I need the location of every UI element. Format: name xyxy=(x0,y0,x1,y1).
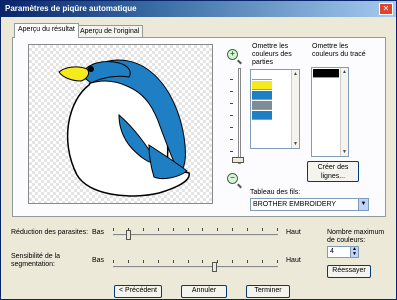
slider-tick xyxy=(277,260,278,263)
part-color-swatch[interactable] xyxy=(252,111,272,120)
slider-tick xyxy=(128,228,129,231)
slider-tick xyxy=(128,260,129,263)
scroll-up-icon[interactable]: ▲ xyxy=(342,69,347,75)
tab-result-preview[interactable]: Aperçu du résultat xyxy=(14,23,79,38)
tab-result-preview-label: Aperçu du résultat xyxy=(18,26,75,33)
finish-button[interactable]: Terminer xyxy=(246,285,290,298)
slider-tick xyxy=(232,228,233,231)
zoom-slider-thumb[interactable] xyxy=(232,157,244,163)
part-color-swatch[interactable] xyxy=(252,71,272,80)
max-colors-value: 4 xyxy=(330,248,334,255)
zoom-tick xyxy=(230,151,233,152)
noise-reduction-thumb[interactable] xyxy=(126,230,131,240)
scroll-down-icon[interactable]: ▼ xyxy=(293,141,298,147)
segmentation-thumb[interactable] xyxy=(212,262,217,272)
tab-original-preview-label: Aperçu de l'original xyxy=(80,28,140,35)
thread-table-select[interactable]: BROTHER EMBROIDERY ▼ xyxy=(250,198,369,211)
penguin-illustration xyxy=(58,59,190,197)
slider-tick xyxy=(158,260,159,263)
trace-color-swatch[interactable] xyxy=(313,69,339,78)
slider-tick xyxy=(262,260,263,263)
noise-reduction-slider[interactable] xyxy=(113,228,278,242)
slider-tick xyxy=(158,228,159,231)
omit-parts-colors-label: Omettre les couleurs des parties xyxy=(252,43,292,66)
slider-tick xyxy=(143,260,144,263)
slider-tick xyxy=(188,260,189,263)
slider-tick xyxy=(173,228,174,231)
max-colors-label: Nombre maximum de couleurs: xyxy=(327,229,385,244)
slider-tick xyxy=(262,228,263,231)
zoom-out-icon[interactable]: − xyxy=(227,173,238,184)
noise-reduction-low-label: Bas xyxy=(92,229,105,236)
slider-tick xyxy=(143,228,144,231)
slider-tick xyxy=(202,228,203,231)
scroll-up-icon[interactable]: ▲ xyxy=(293,71,298,77)
create-lines-button[interactable]: Créer des lignes... xyxy=(307,161,359,182)
trace-colors-list[interactable]: ▲ ▼ xyxy=(311,67,349,157)
part-color-swatch[interactable] xyxy=(252,101,272,110)
part-colors-list[interactable]: ▲ ▼ xyxy=(250,69,300,149)
part-colors-scrollbar[interactable]: ▲ ▼ xyxy=(291,70,299,148)
noise-reduction-track xyxy=(113,234,278,236)
spin-down-icon[interactable]: ▼ xyxy=(350,252,358,257)
slider-tick xyxy=(113,260,114,263)
cancel-button[interactable]: Annuler xyxy=(181,285,227,298)
thread-table-value: BROTHER EMBROIDERY xyxy=(253,201,337,208)
window-title: Paramètres de piqûre automatique xyxy=(5,4,137,13)
slider-tick xyxy=(113,228,114,231)
title-bar: Paramètres de piqûre automatique ✕ xyxy=(1,1,396,17)
slider-tick xyxy=(247,228,248,231)
segmentation-low-label: Bas xyxy=(92,257,105,264)
slider-tick xyxy=(173,260,174,263)
slider-tick xyxy=(217,228,218,231)
zoom-slider-track[interactable] xyxy=(238,68,241,164)
slider-tick xyxy=(202,260,203,263)
noise-reduction-high-label: Haut xyxy=(286,229,301,236)
preview-image xyxy=(28,44,213,204)
close-icon[interactable]: ✕ xyxy=(379,3,393,15)
segmentation-high-label: Haut xyxy=(286,257,301,264)
trace-colors-scrollbar[interactable]: ▲ ▼ xyxy=(340,68,348,156)
scroll-down-icon[interactable]: ▼ xyxy=(342,149,347,155)
segmentation-slider[interactable] xyxy=(113,260,278,274)
previous-button[interactable]: < Précédent xyxy=(114,285,162,298)
noise-reduction-label: Réduction des parasites: xyxy=(11,229,89,236)
retry-button[interactable]: Réessayer xyxy=(327,265,371,278)
part-color-swatch[interactable] xyxy=(252,81,272,90)
zoom-tick xyxy=(230,91,233,92)
max-colors-stepper[interactable]: 4 ▲ ▼ xyxy=(327,246,359,258)
chevron-down-icon[interactable]: ▼ xyxy=(358,199,368,210)
zoom-in-icon[interactable]: + xyxy=(227,49,238,60)
part-color-swatch[interactable] xyxy=(252,91,272,100)
segmentation-label: Sensibilité de la segmentation: xyxy=(11,253,61,268)
slider-tick xyxy=(188,228,189,231)
slider-tick xyxy=(277,228,278,231)
omit-trace-colors-label: Omettre les couleurs du tracé xyxy=(312,43,366,58)
zoom-tick xyxy=(230,139,233,140)
segmentation-track xyxy=(113,266,278,268)
slider-tick xyxy=(217,260,218,263)
dialog-window: Paramètres de piqûre automatique ✕ Aperç… xyxy=(0,0,397,300)
thread-table-label: Tableau des fils: xyxy=(250,189,301,196)
zoom-tick xyxy=(230,103,233,104)
zoom-tick xyxy=(230,79,233,80)
zoom-tick xyxy=(230,115,233,116)
slider-tick xyxy=(247,260,248,263)
zoom-tick xyxy=(230,127,233,128)
slider-tick xyxy=(232,260,233,263)
